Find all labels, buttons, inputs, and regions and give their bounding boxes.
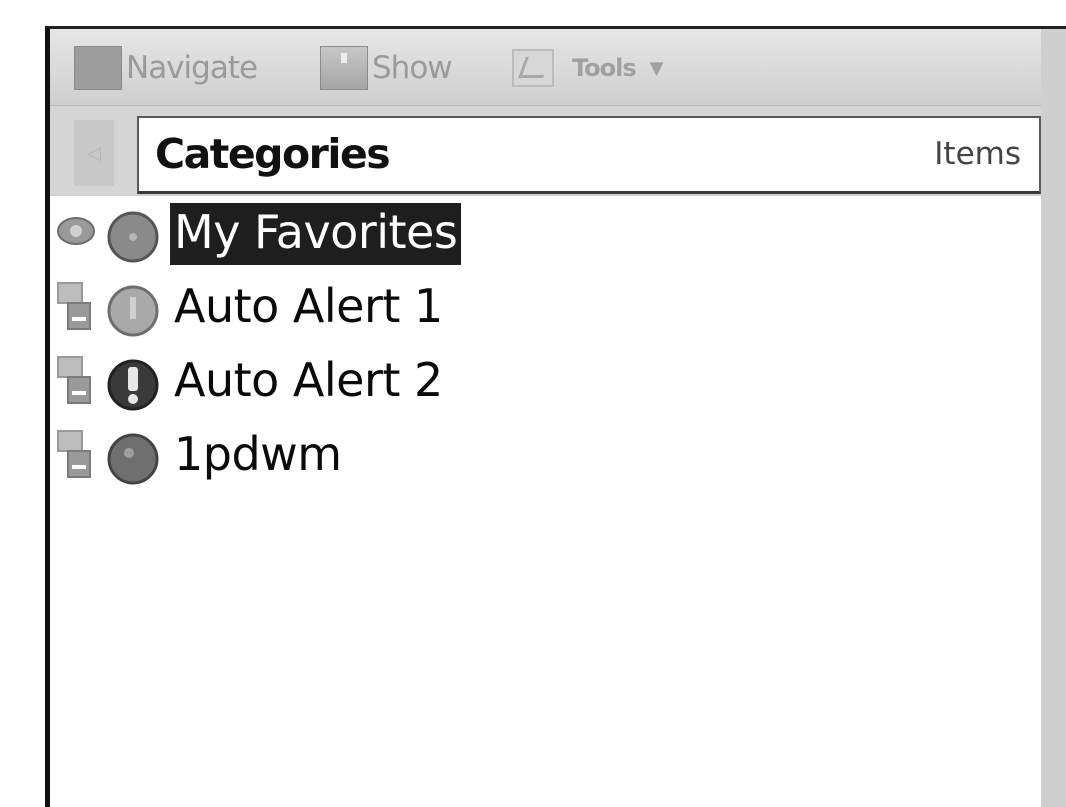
gray-circle-icon (107, 433, 159, 485)
navigate-button[interactable]: Navigate (74, 46, 258, 90)
alert-document-icon (57, 282, 91, 330)
page-title: Categories (155, 130, 391, 178)
navigate-label: Navigate (126, 50, 258, 86)
items-column-label: Items (934, 136, 1021, 172)
alert-document-icon (57, 430, 91, 478)
category-title-bar: Categories Items (137, 116, 1041, 194)
favorites-eye-icon (57, 217, 95, 245)
list-item-label: Auto Alert 2 (174, 353, 443, 407)
navigate-icon (74, 46, 122, 90)
show-label: Show (372, 50, 453, 86)
info-circle-icon (107, 285, 159, 337)
tools-label: Tools (572, 54, 637, 82)
back-arrow-icon: ◁ (87, 142, 101, 164)
tools-menu-button[interactable]: Tools ▼ (512, 47, 664, 89)
chevron-down-icon: ▼ (649, 57, 664, 79)
exclamation-circle-icon (107, 359, 159, 411)
app-window: Navigate Show Tools ▼ ◁ Categories Items (45, 26, 1066, 807)
back-button[interactable]: ◁ (74, 120, 114, 186)
list-item-label: Auto Alert 1 (174, 279, 443, 333)
tools-icon (512, 49, 554, 87)
category-header: ◁ Categories Items (50, 106, 1066, 196)
list-item-label: My Favorites (170, 203, 462, 265)
toolbar: Navigate Show Tools ▼ (50, 29, 1066, 106)
alert-document-icon (57, 356, 91, 404)
show-icon (320, 46, 368, 90)
show-button[interactable]: Show (320, 46, 453, 90)
list-item-label: 1pdwm (174, 427, 342, 481)
gray-circle-icon (107, 211, 159, 263)
scroll-edge (1041, 29, 1066, 807)
